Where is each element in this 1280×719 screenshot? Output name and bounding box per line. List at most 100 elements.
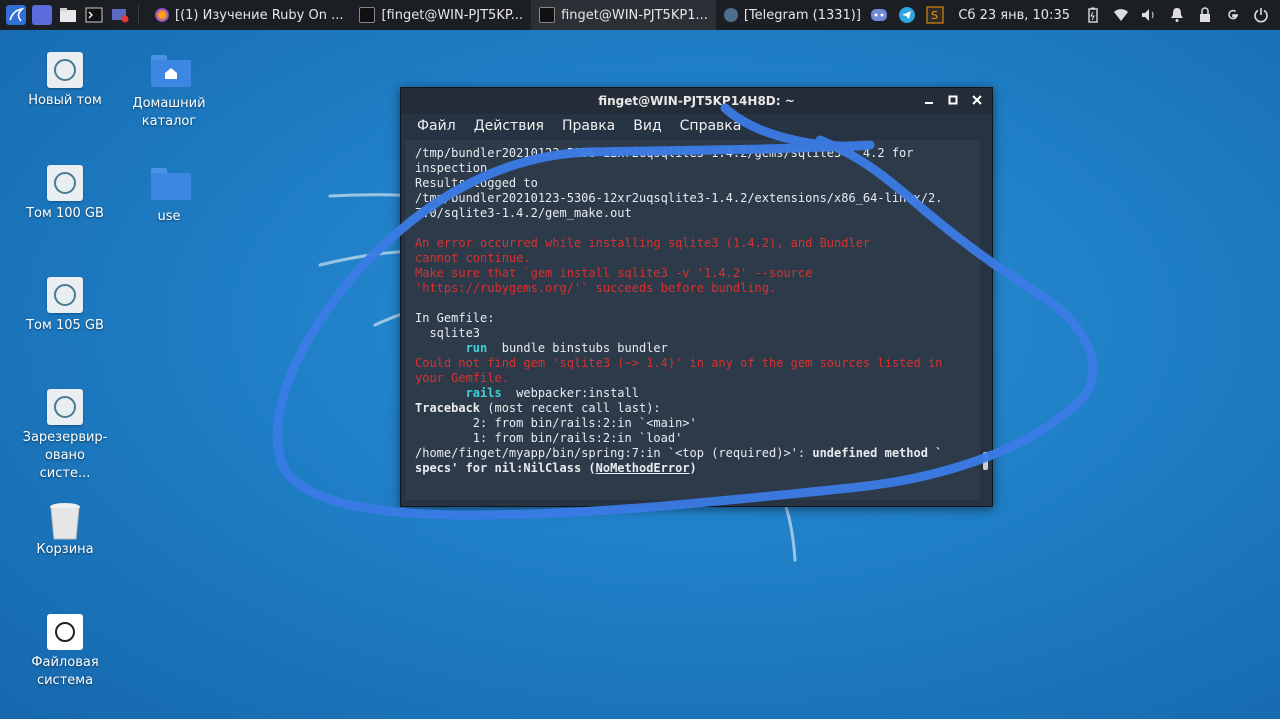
menu-edit[interactable]: Правка: [562, 118, 615, 134]
menu-help[interactable]: Справка: [680, 118, 742, 134]
terminal-menubar: Файл Действия Правка Вид Справка: [401, 114, 992, 138]
error-message-end: ): [689, 461, 697, 475]
drive-icon: [47, 389, 83, 425]
command-keyword: run: [465, 341, 488, 355]
close-icon[interactable]: [970, 92, 984, 108]
command-line: rails webpacker:install: [415, 386, 972, 401]
desktop-icon-volume-100[interactable]: Том 100 GB: [19, 165, 111, 223]
home-folder-icon: [151, 55, 191, 91]
output-line: 1: from bin/rails:2:in `load': [415, 431, 683, 445]
telegram-icon: [723, 8, 738, 22]
terminal-icon: [359, 7, 376, 23]
terminal-scrollbar[interactable]: [982, 140, 988, 500]
error-message: undefined method `: [812, 446, 943, 460]
top-panel: [(1) Изучение Ruby On ... [finget@WIN-PJ…: [0, 0, 1280, 30]
error-path: /home/finget/myapp/bin/spring:7:in `<top…: [415, 446, 813, 460]
task-label: finget@WIN-PJT5KP1...: [561, 7, 708, 23]
file-manager-icon[interactable]: [58, 5, 78, 25]
menu-file[interactable]: Файл: [417, 118, 456, 134]
output-line: /home/finget/myapp/bin/spring:7:in `<top…: [415, 446, 972, 461]
terminal-window[interactable]: finget@WIN-PJT5KP14H8D: ~ Файл Действия …: [400, 87, 993, 507]
menu-view[interactable]: Вид: [633, 118, 661, 134]
desktop-icon-label: Том 105 GB: [26, 318, 104, 333]
output-line: /tmp/bundler20210123-5306-12xr2uqsqlite3…: [415, 191, 943, 205]
output-line: sqlite3: [415, 326, 481, 340]
traceback-line: Traceback (most recent call last):: [415, 401, 972, 416]
desktop-icon-label: use: [157, 209, 181, 224]
desktop-icon-filesystem[interactable]: Файловая система: [19, 614, 111, 690]
clock[interactable]: Сб 23 янв, 10:35: [954, 8, 1074, 23]
error-line: your Gemfile.: [415, 371, 509, 385]
terminal-output[interactable]: /tmp/bundler20210123-5306-12xr2uqsqlite3…: [405, 140, 980, 500]
error-line: An error occurred while installing sqlit…: [415, 236, 871, 250]
trash-icon: [47, 501, 83, 540]
workspace-icon[interactable]: [32, 5, 52, 25]
error-line: Could not find gem 'sqlite3 (~> 1.4)' in…: [415, 356, 943, 370]
telegram-tray-icon[interactable]: [898, 6, 916, 24]
output-line: 2: from bin/rails:2:in `<main>': [415, 416, 697, 430]
sublime-icon[interactable]: S: [926, 6, 944, 24]
drive-icon: [47, 277, 83, 313]
traceback-text: (most recent call last):: [480, 401, 661, 415]
menu-actions[interactable]: Действия: [474, 118, 544, 134]
volume-icon[interactable]: [1140, 6, 1158, 24]
traceback-label: Traceback: [415, 401, 481, 415]
system-tray: S Сб 23 янв, 10:35: [870, 0, 1280, 30]
drive-icon: [47, 165, 83, 201]
power-icon[interactable]: [1252, 6, 1270, 24]
screen-record-icon[interactable]: [110, 5, 130, 25]
firefox-icon: [155, 8, 169, 22]
scrollbar-thumb[interactable]: [983, 452, 988, 470]
error-message: specs' for nil:NilClass (: [415, 461, 596, 475]
error-line: cannot continue.: [415, 251, 531, 265]
task-label: [finget@WIN-PJT5KP...: [381, 7, 524, 23]
error-line: Make sure that `gem install sqlite3 -v '…: [415, 266, 813, 280]
desktop-icon-label: Зарезервир-овано систе...: [22, 430, 108, 481]
output-line: specs' for nil:NilClass (NoMethodError): [415, 461, 972, 476]
desktop-icon-label: Том 100 GB: [26, 206, 104, 221]
desktop-icon-label: Корзина: [36, 542, 94, 557]
terminal-icon: [539, 7, 556, 23]
command-args: bundle binstubs bundler: [487, 341, 668, 355]
desktop-icon-reserved[interactable]: Зарезервир-овано систе...: [19, 389, 111, 483]
error-line: 'https://rubygems.org/'` succeeds before…: [415, 281, 777, 295]
maximize-icon[interactable]: [946, 92, 960, 108]
window-controls: [922, 92, 984, 108]
task-terminal-2[interactable]: finget@WIN-PJT5KP1...: [531, 0, 716, 30]
notifications-icon[interactable]: [1168, 6, 1186, 24]
drive-icon: [47, 52, 83, 88]
google-icon[interactable]: [1224, 6, 1242, 24]
task-telegram[interactable]: [Telegram (1331)]: [716, 0, 869, 30]
terminal-titlebar[interactable]: finget@WIN-PJT5KP14H8D: ~: [401, 88, 992, 114]
task-terminal-1[interactable]: [finget@WIN-PJT5KP...: [351, 0, 531, 30]
desktop-icon-label: Новый том: [28, 93, 102, 108]
output-line: /tmp/bundler20210123-5306-12xr2uqsqlite3…: [415, 146, 914, 160]
command-keyword: rails: [465, 386, 502, 400]
command-line: run bundle binstubs bundler: [415, 341, 972, 356]
task-label: [Telegram (1331)]: [743, 7, 861, 23]
lock-icon[interactable]: [1196, 6, 1214, 24]
desktop-icon-label: Домашний каталог: [132, 96, 206, 129]
desktop-icon-new-volume[interactable]: Новый том: [19, 52, 111, 110]
desktop-icon-use-folder[interactable]: use: [123, 168, 215, 226]
kali-menu-icon[interactable]: [6, 5, 26, 25]
desktop-icon-volume-105[interactable]: Том 105 GB: [19, 277, 111, 335]
task-browser[interactable]: [(1) Изучение Ruby On ...: [147, 0, 351, 30]
launcher-group: [0, 0, 130, 30]
desktop-icon-home-folder[interactable]: Домашний каталог: [123, 55, 215, 131]
minimize-icon[interactable]: [922, 92, 936, 108]
terminal-launcher-icon[interactable]: [84, 5, 104, 25]
window-title: finget@WIN-PJT5KP14H8D: ~: [598, 94, 795, 108]
error-class: NoMethodError: [595, 461, 690, 475]
output-line: 7.0/sqlite3-1.4.2/gem_make.out: [415, 206, 632, 220]
command-args: webpacker:install: [501, 386, 639, 400]
output-line: inspection.: [415, 161, 495, 175]
discord-icon[interactable]: [870, 6, 888, 24]
filesystem-drive-icon: [47, 614, 83, 650]
battery-icon[interactable]: [1084, 6, 1102, 24]
wifi-icon[interactable]: [1112, 6, 1130, 24]
output-line: In Gemfile:: [415, 311, 495, 325]
desktop-icon-trash[interactable]: Корзина: [19, 501, 111, 559]
